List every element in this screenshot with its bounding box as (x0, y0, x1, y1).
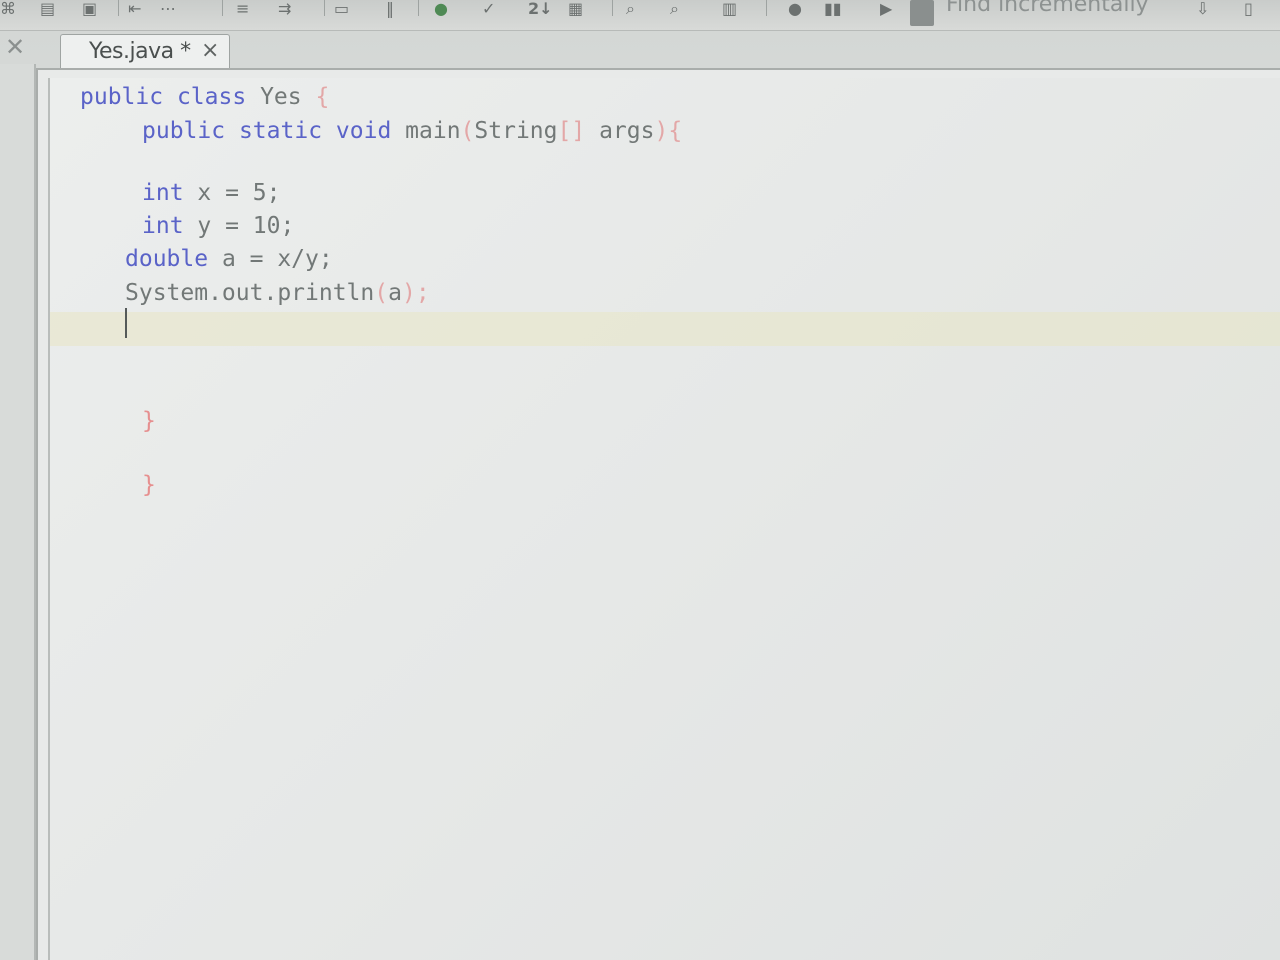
code-punctuation: ) (401, 280, 416, 306)
toolbar-separator (766, 0, 767, 16)
sort-icon[interactable]: 2↓ (528, 0, 553, 18)
down-arrow-icon[interactable]: ⇩ (1196, 0, 1209, 18)
code-keyword: class (176, 84, 247, 110)
indent-icon[interactable]: ⇤ (128, 0, 141, 18)
layout-icon[interactable]: ⇉ (278, 0, 291, 18)
code-token: Yes (260, 84, 302, 110)
run-icon[interactable]: ▭ (334, 0, 349, 18)
code-line[interactable]: } (142, 406, 156, 436)
close-find-icon[interactable]: ▯ (1244, 0, 1253, 18)
code-line[interactable]: public class Yes { (80, 82, 329, 112)
code-line[interactable]: System.out.println(a); (125, 278, 430, 308)
record-icon[interactable]: ● (788, 0, 802, 18)
check-icon[interactable]: ✓ (482, 0, 495, 18)
toolbar-separator (118, 0, 119, 16)
code-line[interactable]: double a = x/y; (125, 244, 333, 274)
paste-icon[interactable]: ▤ (40, 0, 55, 18)
toolbar-separator (418, 0, 419, 16)
table-icon[interactable]: ▥ (722, 0, 737, 18)
code-punctuation: ) (654, 118, 669, 144)
left-gutter (0, 64, 36, 960)
code-keyword: static (238, 118, 323, 144)
code-line[interactable]: int y = 10; (142, 211, 294, 241)
code-token: y = 10; (183, 213, 295, 239)
tab-label: Yes.java * (89, 39, 191, 64)
code-keyword: double (125, 246, 209, 272)
code-punctuation: { (315, 84, 330, 110)
code-token: args (599, 118, 655, 144)
code-token: main (405, 118, 461, 144)
code-punctuation: [] (557, 118, 586, 144)
toolbar-separator (222, 0, 223, 16)
toolbar-separator (612, 0, 613, 16)
search-icon[interactable]: ⌕ (626, 0, 635, 18)
code-token: System.out.println (125, 280, 375, 306)
code-token: a (388, 280, 402, 306)
code-keyword: void (335, 118, 392, 144)
code-punctuation: ( (460, 118, 475, 144)
toolbar-separator (324, 0, 325, 16)
close-tab-icon[interactable]: × (201, 38, 219, 63)
code-token: x = 5; (183, 180, 281, 206)
current-line-highlight (50, 312, 1280, 346)
code-line[interactable]: public static void main(String[] args){ (142, 116, 682, 146)
code-punctuation: { (668, 118, 683, 144)
code-punctuation: } (142, 408, 156, 434)
ide-window: ⌘ ▤ ▣ ⇤ ⋯ ≡ ⇉ ▭ ‖ ● ✓ 2↓ ▦ ⌕ ⌕ ▥ ● ▮▮ ▶ … (0, 0, 1280, 960)
wizard-icon[interactable]: ▦ (568, 0, 583, 18)
code-punctuation: } (142, 472, 156, 498)
save-icon[interactable]: ▣ (82, 0, 97, 18)
code-keyword: int (142, 180, 184, 206)
format-icon[interactable]: ⋯ (160, 0, 176, 18)
zoom-icon[interactable]: ⌕ (670, 0, 679, 18)
code-line[interactable]: int x = 5; (142, 178, 280, 208)
code-token: a = x/y; (208, 246, 333, 272)
code-token: String (474, 118, 558, 144)
code-keyword: public (142, 118, 226, 144)
stop-icon[interactable]: ▮▮ (824, 0, 842, 18)
text-caret (125, 308, 127, 338)
toolbar: ⌘ ▤ ▣ ⇤ ⋯ ≡ ⇉ ▭ ‖ ● ✓ 2↓ ▦ ⌕ ⌕ ▥ ● ▮▮ ▶ … (0, 0, 1280, 31)
close-panel-icon[interactable]: ✕ (2, 34, 28, 60)
run-icon[interactable]: ‖ (386, 0, 394, 18)
tab-yes-java[interactable]: Yes.java * × (60, 34, 230, 69)
code-line[interactable]: } (142, 470, 156, 500)
code-punctuation: ( (374, 280, 389, 306)
check-icon[interactable]: ● (434, 0, 448, 18)
go-icon[interactable]: ⌘ (0, 0, 16, 18)
code-keyword: int (142, 213, 184, 239)
find-menu-icon[interactable] (910, 0, 934, 26)
play-icon[interactable]: ▶ (880, 0, 892, 18)
comment-icon[interactable]: ≡ (236, 0, 249, 18)
find-incrementally-label[interactable]: Find incrementally (946, 0, 1149, 17)
code-keyword: public (80, 84, 164, 110)
code-punctuation: ; (415, 280, 430, 306)
